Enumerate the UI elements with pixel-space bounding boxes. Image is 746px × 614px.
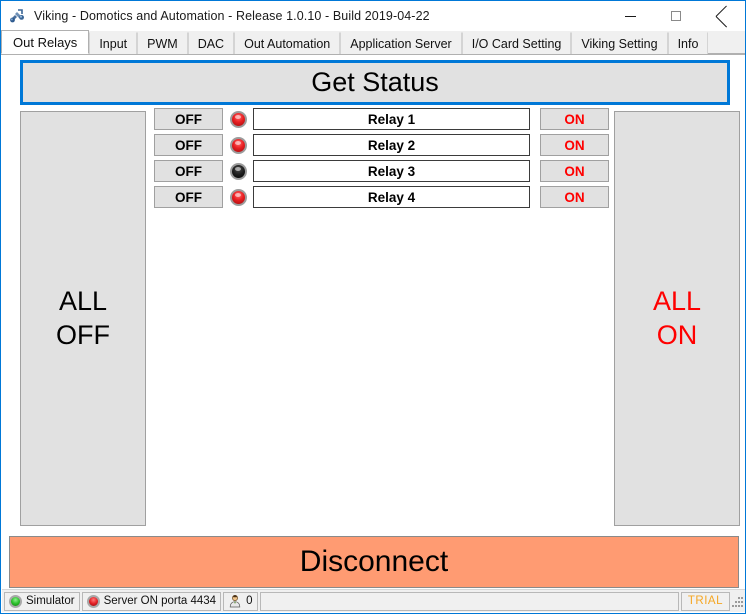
all-off-label: ALL OFF <box>56 285 110 353</box>
all-off-button[interactable]: ALL OFF <box>20 111 146 526</box>
status-simulator-label: Simulator <box>26 595 75 607</box>
tab-io-card-setting[interactable]: I/O Card Setting <box>461 32 572 54</box>
relay-4-on-button[interactable]: ON <box>540 186 609 208</box>
all-off-line1: ALL <box>58 285 108 316</box>
relay-4-led-wrapper <box>223 186 253 208</box>
viking-app-icon <box>9 8 26 25</box>
relay-list: OFF Relay 1 ON OFF Relay 2 ON OFF Relay … <box>154 108 609 212</box>
tab-info[interactable]: Info <box>667 32 709 54</box>
all-on-line2: ON <box>656 319 698 350</box>
all-off-line2: OFF <box>56 319 110 350</box>
table-row: OFF Relay 3 ON <box>154 160 609 182</box>
out-relays-panel: Get Status ALL OFF ALL ON OFF Relay 1 ON <box>2 56 745 590</box>
status-server-label: Server ON porta 4434 <box>103 595 217 607</box>
relay-3-off-button[interactable]: OFF <box>154 160 223 182</box>
status-message <box>259 591 679 611</box>
tab-pwm[interactable]: PWM <box>137 32 188 54</box>
tab-out-automation[interactable]: Out Automation <box>234 32 341 54</box>
maximize-icon <box>671 11 681 21</box>
status-simulator[interactable]: Simulator <box>4 591 80 611</box>
close-button[interactable] <box>699 1 745 31</box>
relay-2-on-button[interactable]: ON <box>540 134 609 156</box>
status-clients[interactable]: 0 <box>223 591 258 611</box>
tab-viking-setting[interactable]: Viking Setting <box>571 32 668 54</box>
all-on-button[interactable]: ALL ON <box>614 111 740 526</box>
all-on-label: ALL ON <box>653 285 701 353</box>
relay-2-off-button[interactable]: OFF <box>154 134 223 156</box>
tab-application-server[interactable]: Application Server <box>340 32 462 54</box>
relay-1-name-input[interactable]: Relay 1 <box>253 108 530 130</box>
table-row: OFF Relay 2 ON <box>154 134 609 156</box>
relay-4-off-button[interactable]: OFF <box>154 186 223 208</box>
relay-2-led-icon <box>229 136 247 154</box>
window-title: Viking - Domotics and Automation - Relea… <box>34 9 430 23</box>
relay-1-led-icon <box>229 110 247 128</box>
relay-1-off-button[interactable]: OFF <box>154 108 223 130</box>
resize-grip-icon[interactable] <box>730 592 744 611</box>
table-row: OFF Relay 4 ON <box>154 186 609 208</box>
tab-strip: Out Relays Input PWM DAC Out Automation … <box>1 30 745 55</box>
disconnect-button[interactable]: Disconnect <box>9 536 739 588</box>
status-bar: Simulator Server ON porta 4434 0 TRIAL <box>2 589 745 612</box>
relay-4-led-icon <box>229 188 247 206</box>
tab-input[interactable]: Input <box>89 32 138 54</box>
minimize-button[interactable] <box>607 1 653 31</box>
relay-3-led-icon <box>229 162 247 180</box>
maximize-button[interactable] <box>653 1 699 31</box>
relay-3-name-input[interactable]: Relay 3 <box>253 160 530 182</box>
table-row: OFF Relay 1 ON <box>154 108 609 130</box>
status-server[interactable]: Server ON porta 4434 <box>81 591 222 611</box>
server-led-icon <box>86 594 100 608</box>
relay-3-led-wrapper <box>223 160 253 182</box>
simulator-led-icon <box>9 594 22 608</box>
relay-4-name-input[interactable]: Relay 4 <box>253 186 530 208</box>
tab-out-relays[interactable]: Out Relays <box>1 30 90 54</box>
relay-1-on-button[interactable]: ON <box>540 108 609 130</box>
user-icon <box>228 594 242 608</box>
relay-2-led-wrapper <box>223 134 253 156</box>
all-on-line1: ALL <box>652 285 702 316</box>
tab-dac[interactable]: DAC <box>187 32 235 54</box>
minimize-icon <box>624 15 636 17</box>
title-bar: Viking - Domotics and Automation - Relea… <box>1 1 745 31</box>
get-status-button[interactable]: Get Status <box>20 60 730 105</box>
relay-3-on-button[interactable]: ON <box>540 160 609 182</box>
status-clients-count: 0 <box>246 595 253 607</box>
relay-1-led-wrapper <box>223 108 253 130</box>
status-badge: TRIAL <box>680 591 730 611</box>
relay-2-name-input[interactable]: Relay 2 <box>253 134 530 156</box>
application-window: Viking - Domotics and Automation - Relea… <box>0 0 746 614</box>
window-controls <box>607 1 745 31</box>
close-icon <box>716 10 728 22</box>
